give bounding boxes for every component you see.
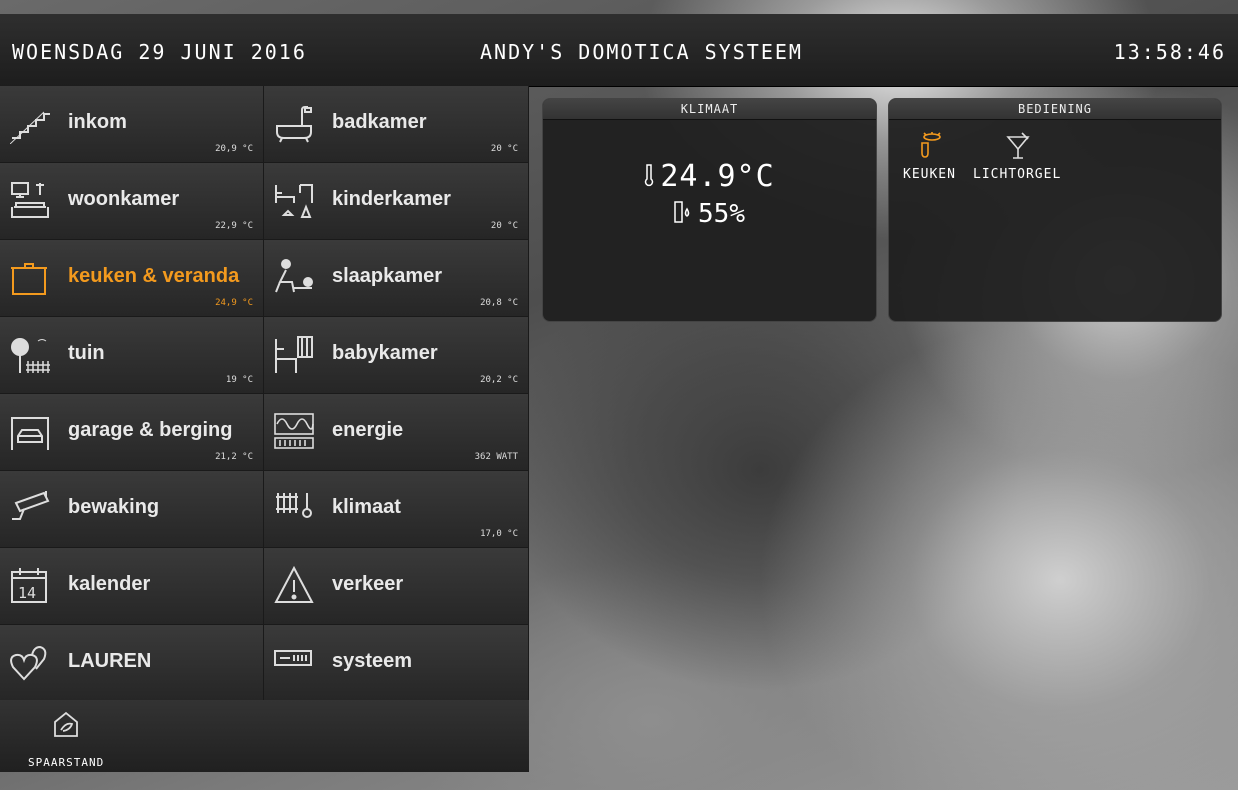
svg-text:14: 14 — [18, 584, 36, 602]
room-name: systeem — [332, 650, 413, 672]
crib-icon — [274, 335, 314, 375]
room-name: slaapkamer — [332, 265, 443, 287]
room-temperature: 17,0 °C — [480, 529, 518, 539]
thermometer-icon — [644, 160, 654, 195]
room-power: 362 WATT — [474, 452, 518, 462]
footer-bar: SPAARSTAND — [0, 700, 529, 772]
humidity-value: 55% — [698, 199, 745, 229]
room-temperature: 19 °C — [225, 375, 253, 385]
hearts-icon — [10, 643, 50, 683]
warning-triangle-icon — [274, 565, 314, 606]
room-name: tuin — [68, 342, 105, 364]
humidity-reading: 55% — [543, 199, 876, 230]
controls-panel-title: BEDIENING — [889, 99, 1221, 120]
room-name: kalender — [68, 573, 151, 595]
bathtub-icon — [274, 104, 314, 144]
room-name: klimaat — [332, 496, 401, 518]
room-tile-verkeer[interactable]: verkeer — [264, 548, 529, 625]
room-name: bewaking — [68, 496, 160, 518]
room-tile-keuken-veranda[interactable]: keuken & veranda 24,9 °C — [0, 240, 264, 317]
room-temperature: 24,9 °C — [215, 298, 253, 308]
room-name: kinderkamer — [332, 188, 451, 210]
eco-house-icon[interactable] — [52, 710, 80, 738]
room-tile-tuin[interactable]: tuin 19 °C — [0, 317, 264, 394]
cocktail-icon — [1002, 131, 1032, 161]
garage-car-icon — [10, 412, 50, 452]
cooking-pot-icon — [10, 258, 50, 298]
room-grid: inkom 20,9 °C badkamer 20 °C woonkamer 2… — [0, 86, 529, 702]
room-name: keuken & veranda — [68, 265, 240, 287]
room-temperature: 20 °C — [490, 221, 518, 231]
stairs-icon — [9, 104, 50, 145]
room-tile-kinderkamer[interactable]: kinderkamer 20 °C — [264, 163, 529, 240]
room-tile-bewaking[interactable]: bewaking — [0, 471, 264, 548]
control-label: KEUKEN — [903, 167, 956, 182]
room-name: babykamer — [332, 342, 438, 364]
calendar-icon: 14 — [10, 566, 50, 606]
room-temperature: 21,2 °C — [215, 452, 253, 462]
room-temperature: 20,2 °C — [480, 375, 518, 385]
clock-display: 13:58:46 — [1113, 40, 1226, 64]
control-label: LICHTORGEL — [973, 167, 1062, 182]
eco-mode-label: SPAARSTAND — [28, 756, 105, 769]
control-lichtorgel[interactable]: LICHTORGEL — [973, 131, 1061, 182]
room-tile-lauren[interactable]: LAUREN — [0, 625, 264, 702]
room-tile-klimaat[interactable]: klimaat 17,0 °C — [264, 471, 529, 548]
room-tile-babykamer[interactable]: babykamer 20,2 °C — [264, 317, 529, 394]
room-temperature: 20,9 °C — [215, 144, 253, 154]
room-name: woonkamer — [68, 188, 180, 210]
room-tile-woonkamer[interactable]: woonkamer 22,9 °C — [0, 163, 264, 240]
room-name: garage & berging — [68, 419, 233, 441]
energy-meter-icon — [274, 412, 314, 452]
room-temperature: 22,9 °C — [215, 221, 253, 231]
room-name: badkamer — [332, 111, 427, 133]
room-tile-inkom[interactable]: inkom 20,9 °C — [0, 86, 264, 163]
room-tile-slaapkamer[interactable]: slaapkamer 20,8 °C — [264, 240, 529, 317]
room-temperature: 20 °C — [490, 144, 518, 154]
room-tile-kalender[interactable]: 14 kalender — [0, 548, 264, 625]
ceiling-lamp-icon — [914, 131, 944, 161]
room-name: energie — [332, 419, 404, 441]
room-tile-systeem[interactable]: systeem — [264, 625, 529, 702]
room-tile-badkamer[interactable]: badkamer 20 °C — [264, 86, 529, 163]
room-name: inkom — [68, 111, 127, 133]
date-display: WOENSDAG 29 JUNI 2016 — [12, 40, 307, 64]
security-camera-icon — [10, 489, 50, 529]
room-temperature: 20,8 °C — [480, 298, 518, 308]
room-tile-energie[interactable]: energie 362 WATT — [264, 394, 529, 471]
temperature-value: 24.9°C — [660, 159, 775, 194]
control-keuken-light[interactable]: KEUKEN — [903, 131, 956, 182]
page-title: ANDY'S DOMOTICA SYSTEEM — [480, 40, 803, 64]
room-name: LAUREN — [68, 650, 152, 672]
header-bar: WOENSDAG 29 JUNI 2016 ANDY'S DOMOTICA SY… — [0, 14, 1238, 86]
bedroom-icon — [274, 258, 314, 298]
climate-panel: KLIMAAT 24.9°C 55% — [542, 98, 877, 322]
room-tile-garage-berging[interactable]: garage & berging 21,2 °C — [0, 394, 264, 471]
temperature-reading: 24.9°C — [543, 159, 876, 195]
radiator-thermometer-icon — [274, 489, 314, 529]
system-device-icon — [274, 643, 314, 683]
sofa-tv-icon — [10, 181, 50, 221]
climate-panel-title: KLIMAAT — [543, 99, 876, 120]
humidity-icon — [674, 200, 692, 230]
controls-panel: BEDIENING KEUKEN LICHTORGEL — [888, 98, 1222, 322]
kids-bed-icon — [274, 181, 314, 221]
room-name: verkeer — [332, 573, 404, 595]
tree-fence-icon — [10, 335, 50, 375]
